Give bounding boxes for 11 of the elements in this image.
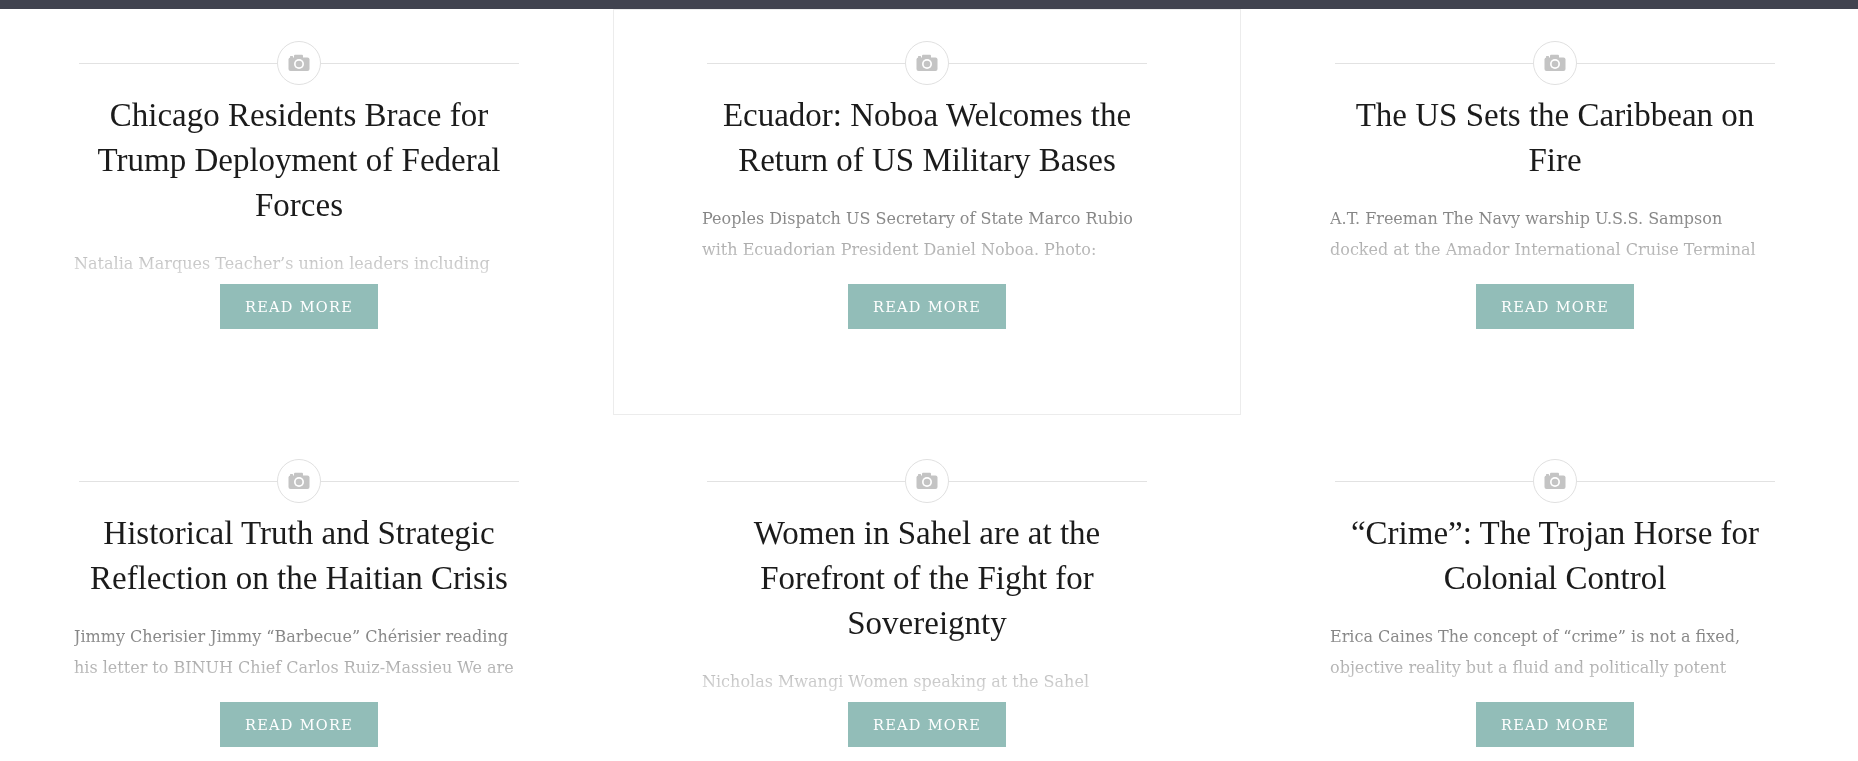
article-excerpt: Erica Caines The concept of “crime” is not a fixed, objective reality but a fluid and politically potent: [1330, 626, 1742, 679]
article-title[interactable]: Historical Truth and Strategic Reflection on the Haitian Crisis: [79, 511, 519, 601]
article-excerpt: Peoples Dispatch US Secretary of State Marco Rubio with Ecuadorian President Daniel Noboa. Photo:: [702, 208, 1134, 261]
article-title[interactable]: Women in Sahel are at the Forefront of the Fight for Sovereignty: [707, 511, 1147, 646]
article-title[interactable]: Ecuador: Noboa Welcomes the Return of US Military Bases: [707, 93, 1147, 183]
article-title[interactable]: “Crime”: The Trojan Horse for Colonial Control: [1335, 511, 1775, 601]
article-excerpt: Nicholas Mwangi Women speaking at the Sahel: [702, 671, 1090, 693]
article-title[interactable]: The US Sets the Caribbean on Fire: [1335, 93, 1775, 183]
article-title[interactable]: Chicago Residents Brace for Trump Deployment of Federal Forces: [79, 93, 519, 228]
article-excerpt: A.T. Freeman The Navy warship U.S.S. Sampson docked at the Amador International Cruise Terminal: [1330, 208, 1757, 261]
article-excerpt: Natalia Marques Teacher’s union leaders including: [74, 253, 491, 275]
